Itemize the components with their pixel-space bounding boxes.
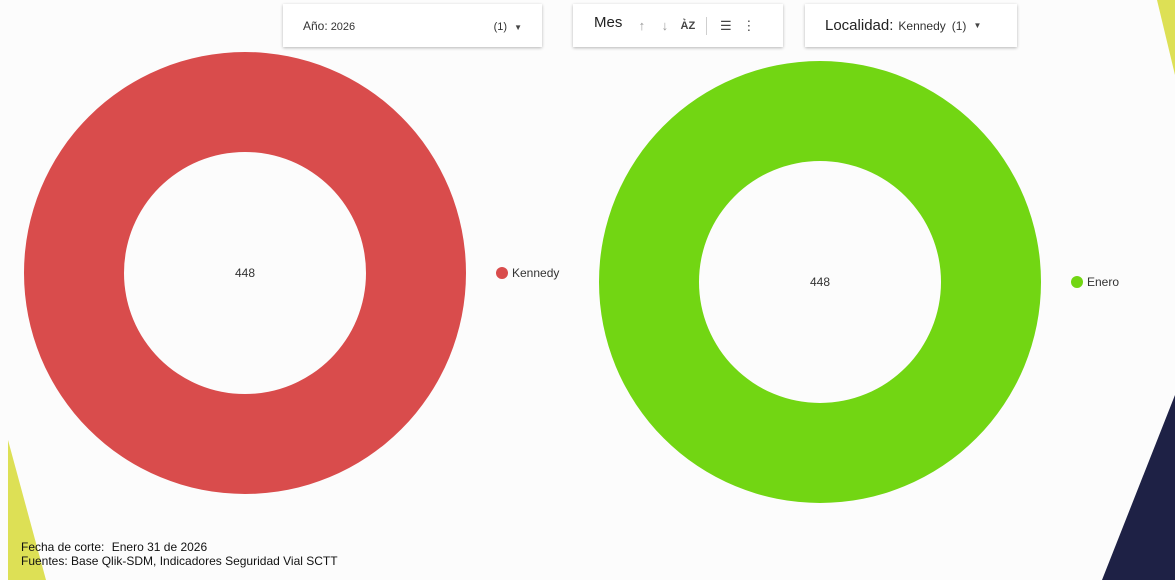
legend-label[interactable]: Enero: [1087, 275, 1119, 289]
footer: Fecha de corte: Enero 31 de 2026 Fuentes…: [21, 540, 338, 568]
cutoff-date-label: Fecha de corte:: [21, 540, 105, 554]
cutoff-date-value: Enero 31 de 2026: [111, 540, 208, 554]
donut-charts: Kennedy 448 Enero 448: [24, 52, 1119, 503]
legend-swatch[interactable]: [1071, 276, 1083, 288]
cutoff-date-line: Fecha de corte: Enero 31 de 2026: [21, 540, 338, 554]
donut-center-value: 448: [810, 275, 830, 289]
legend-swatch[interactable]: [496, 267, 508, 279]
sources-line: Fuentes: Base Qlik-SDM, Indicadores Segu…: [21, 554, 338, 568]
donut-center-value: 448: [235, 266, 255, 280]
legend-label[interactable]: Kennedy: [512, 266, 559, 280]
